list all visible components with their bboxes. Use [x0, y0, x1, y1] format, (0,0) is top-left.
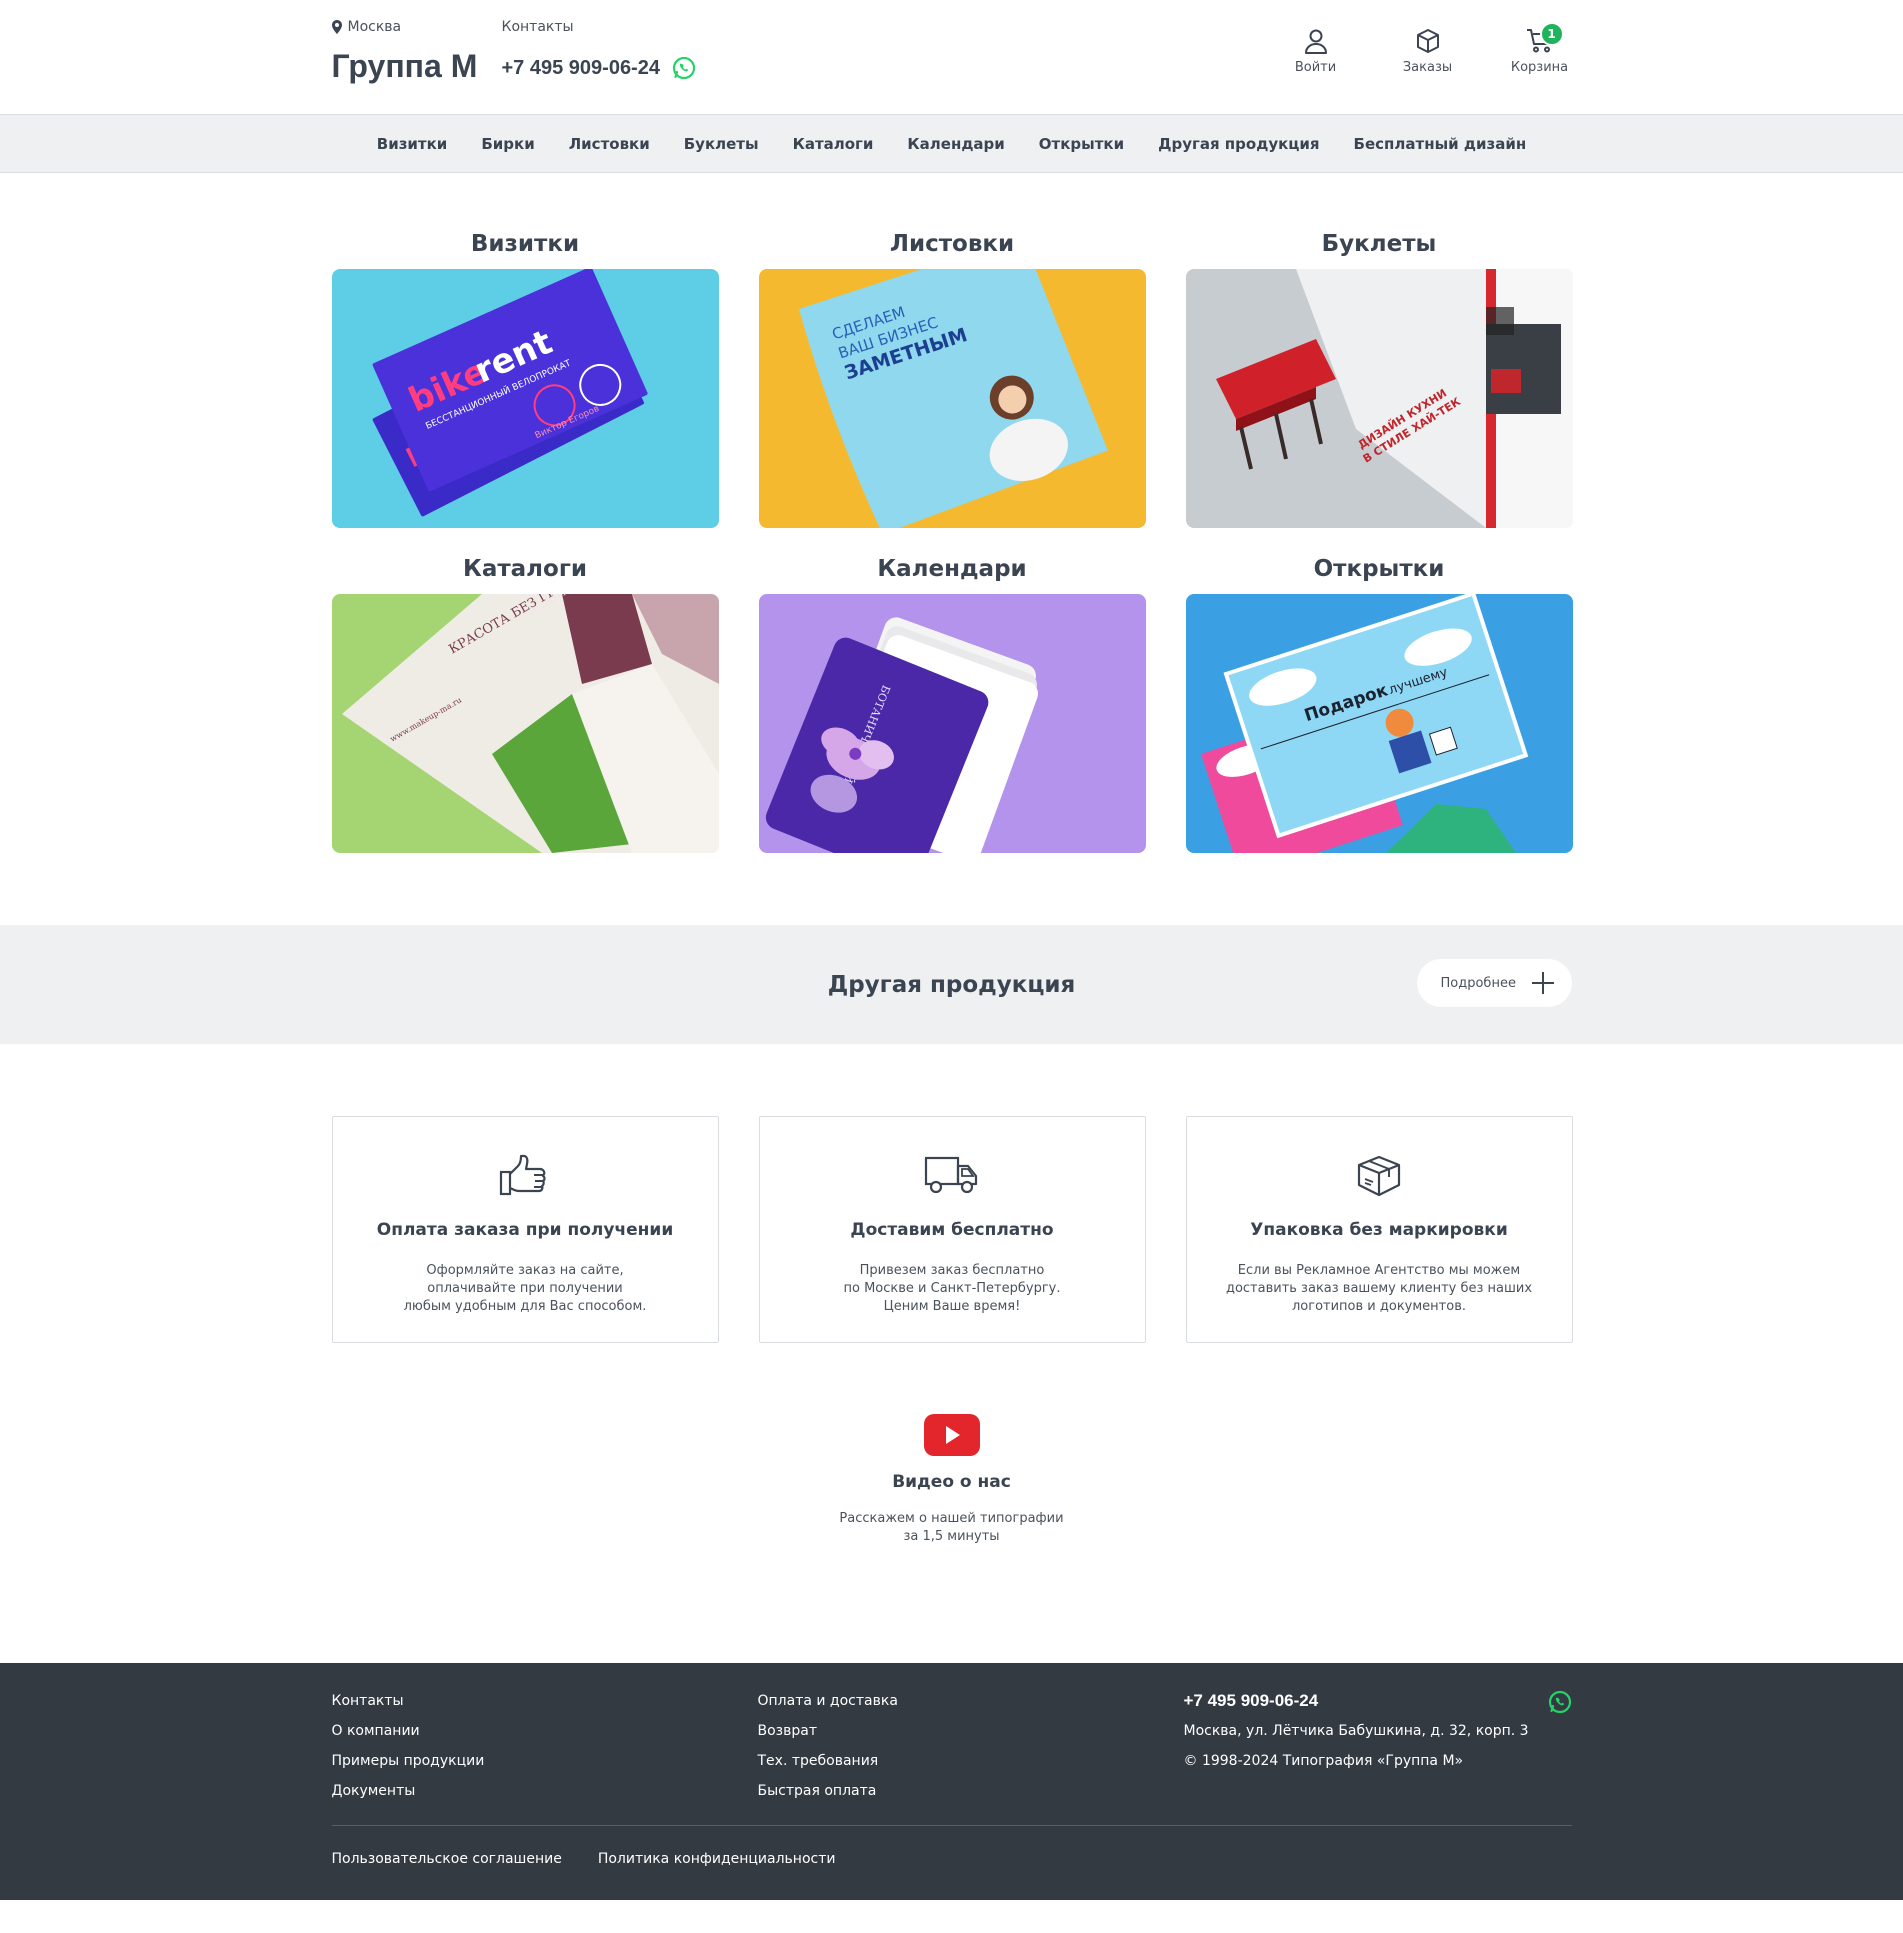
video-title: Видео о нас: [892, 1472, 1011, 1492]
flyer-illustration: СДЕЛАЕМ ВАШ БИЗНЕС ЗАМЕТНЫМ: [798, 269, 1108, 528]
user-icon: [1304, 29, 1327, 54]
city-label: Москва: [347, 19, 402, 35]
nav-item-otkrytki[interactable]: Открытки: [1039, 135, 1124, 153]
brand-logo[interactable]: Группа М: [332, 48, 478, 85]
footer-link-privacy-policy[interactable]: Политика конфиденциальности: [598, 1851, 836, 1867]
phone-number[interactable]: +7 495 909-06-24: [502, 57, 660, 80]
nav-item-free-design[interactable]: Бесплатный дизайн: [1354, 135, 1527, 153]
footer-col-3: +7 495 909-06-24 Москва, ул. Лётчика Баб…: [1184, 1686, 1572, 1776]
feature-title: Оплата заказа при получении: [376, 1220, 674, 1240]
login-button[interactable]: Войти: [1284, 28, 1348, 75]
product-image[interactable]: Подарок лучшему: [1185, 594, 1573, 853]
product-image[interactable]: bike bike rent БЕССТАНЦИОННЫЙ ВЕЛОПРОКАТ…: [331, 269, 719, 528]
package-icon: [1357, 1155, 1401, 1197]
product-card-vizitki[interactable]: Визитки bike bike rent БЕССТАНЦИОННЫЙ ВЕ…: [331, 231, 719, 528]
product-title[interactable]: Визитки: [332, 231, 719, 269]
nav-item-katalogi[interactable]: Каталоги: [793, 135, 874, 153]
plus-icon: [1531, 972, 1554, 994]
footer-link-documents[interactable]: Документы: [332, 1776, 485, 1806]
more-button-label: Подробнее: [1440, 975, 1516, 991]
nav-item-vizitki[interactable]: Визитки: [377, 135, 448, 153]
contacts-link[interactable]: Контакты: [502, 19, 574, 35]
product-title[interactable]: Открытки: [1186, 556, 1573, 594]
main-nav: Визитки Бирки Листовки Буклеты Каталоги …: [0, 115, 1903, 173]
feature-card-payment: Оплата заказа при получении Оформляйте з…: [331, 1116, 719, 1343]
postcard-illustration: Подарок лучшему: [1200, 594, 1528, 853]
youtube-icon: [923, 1414, 980, 1456]
feature-text: Оформляйте заказ на сайте, оплачивайте п…: [403, 1263, 647, 1314]
city-selector[interactable]: Москва: [331, 19, 402, 35]
nav-item-listovki[interactable]: Листовки: [569, 135, 650, 153]
whatsapp-icon[interactable]: [672, 56, 696, 80]
footer-col-1: Контакты О компании Примеры продукции До…: [332, 1686, 485, 1806]
features-section: Оплата заказа при получении Оформляйте з…: [0, 1044, 1903, 1343]
video-text: Расскажем о нашей типографии за 1,5 мину…: [839, 1511, 1064, 1544]
footer-link-contacts[interactable]: Контакты: [332, 1686, 485, 1716]
header-phone[interactable]: +7 495 909-06-24: [502, 56, 696, 80]
footer-link-about[interactable]: О компании: [332, 1716, 485, 1746]
footer-legal: Пользовательское соглашение Политика кон…: [332, 1851, 836, 1867]
product-image[interactable]: БОТАНИЧЕСКИЙ САД: [758, 594, 1146, 853]
other-products-band: Другая продукция Подробнее: [0, 925, 1903, 1044]
feature-card-delivery: Доставим бесплатно Привезем заказ беспла…: [758, 1116, 1146, 1343]
orders-button[interactable]: Заказы: [1396, 28, 1460, 75]
footer-link-tech-requirements[interactable]: Тех. требования: [758, 1746, 898, 1776]
footer-link-user-agreement[interactable]: Пользовательское соглашение: [332, 1851, 562, 1867]
footer-copyright: © 1998-2024 Типография «Группа М»: [1183, 1753, 1464, 1769]
booklet-illustration: ДИЗАЙН КУХНИ В СТИЛЕ ХАЙ-ТЕК: [1215, 269, 1573, 528]
other-products-title[interactable]: Другая продукция: [828, 972, 1076, 998]
feature-card-packaging: Упаковка без маркировки Если вы Рекламно…: [1185, 1116, 1573, 1343]
product-card-kalendari[interactable]: Календари БОТАНИЧЕСКИЙ САД: [758, 556, 1146, 853]
box-icon: [1416, 29, 1439, 53]
product-card-otkrytki[interactable]: Открытки Подарок лучшему: [1185, 556, 1573, 853]
more-button[interactable]: Подробнее: [1416, 959, 1572, 1007]
thumbs-up-icon: [499, 1154, 546, 1196]
cart-label: Корзина: [1510, 60, 1569, 75]
site-footer: Контакты О компании Примеры продукции До…: [0, 1663, 1903, 1900]
footer-divider: [331, 1825, 1572, 1826]
nav-item-birki[interactable]: Бирки: [481, 135, 534, 153]
footer-link-examples[interactable]: Примеры продукции: [332, 1746, 485, 1776]
feature-title: Доставим бесплатно: [850, 1220, 1054, 1240]
truck-icon: [924, 1156, 978, 1194]
products-section: Визитки bike bike rent БЕССТАНЦИОННЫЙ ВЕ…: [0, 173, 1903, 925]
product-image[interactable]: КРАСОТА БЕЗ ГРАНИЦ подарочный сертификат…: [331, 594, 719, 853]
feature-text: Если вы Рекламное Агентство мы можем дос…: [1225, 1263, 1533, 1314]
product-title[interactable]: Календари: [759, 556, 1146, 594]
feature-text: Привезем заказ бесплатно по Москве и Сан…: [843, 1263, 1061, 1314]
footer-link-payment-delivery[interactable]: Оплата и доставка: [758, 1686, 898, 1716]
business-card-illustration: bike bike rent БЕССТАНЦИОННЫЙ ВЕЛОПРОКАТ…: [372, 269, 648, 517]
cart-button[interactable]: Корзина 1: [1508, 22, 1572, 75]
location-pin-icon: [331, 20, 342, 34]
product-image[interactable]: ДИЗАЙН КУХНИ В СТИЛЕ ХАЙ-ТЕК: [1185, 269, 1573, 528]
whatsapp-icon[interactable]: [1548, 1690, 1572, 1714]
cart-count-badge: 1: [1539, 22, 1564, 46]
product-image[interactable]: СДЕЛАЕМ ВАШ БИЗНЕС ЗАМЕТНЫМ: [758, 269, 1146, 528]
footer-address: Москва, ул. Лётчика Бабушкина, д. 32, ко…: [1183, 1723, 1529, 1739]
feature-title: Упаковка без маркировки: [1250, 1220, 1508, 1240]
footer-link-quick-payment[interactable]: Быстрая оплата: [758, 1776, 898, 1806]
video-play-button[interactable]: [923, 1414, 980, 1460]
footer-phone[interactable]: +7 495 909-06-24: [1184, 1686, 1572, 1716]
product-card-listovki[interactable]: Листовки СДЕЛАЕМ ВАШ БИЗНЕС ЗАМЕТНЫМ: [758, 231, 1146, 528]
footer-link-return[interactable]: Возврат: [758, 1716, 898, 1746]
login-label: Войти: [1294, 60, 1337, 75]
header-actions: Войти Заказы Корзина 1: [1284, 22, 1572, 75]
video-section: Видео о нас Расскажем о нашей типографии…: [0, 1343, 1903, 1663]
product-title[interactable]: Буклеты: [1186, 231, 1573, 269]
product-title[interactable]: Каталоги: [332, 556, 719, 594]
product-card-buklety[interactable]: Буклеты ДИЗАЙН КУХНИ В СТИЛЕ ХАЙ-ТЕК: [1185, 231, 1573, 528]
footer-col-2: Оплата и доставка Возврат Тех. требовани…: [758, 1686, 898, 1806]
product-card-katalogi[interactable]: Каталоги КРАСОТА БЕЗ ГРАНИЦ подарочный с…: [331, 556, 719, 853]
catalog-illustration: КРАСОТА БЕЗ ГРАНИЦ подарочный сертификат…: [341, 594, 719, 853]
nav-item-buklety[interactable]: Буклеты: [684, 135, 759, 153]
product-title[interactable]: Листовки: [759, 231, 1146, 269]
nav-item-kalendari[interactable]: Календари: [907, 135, 1004, 153]
orders-label: Заказы: [1402, 60, 1453, 75]
site-header: Москва Группа М Контакты +7 495 909-06-2…: [0, 0, 1903, 115]
nav-item-other-products[interactable]: Другая продукция: [1158, 135, 1319, 153]
calendar-illustration: БОТАНИЧЕСКИЙ САД: [765, 617, 1038, 853]
